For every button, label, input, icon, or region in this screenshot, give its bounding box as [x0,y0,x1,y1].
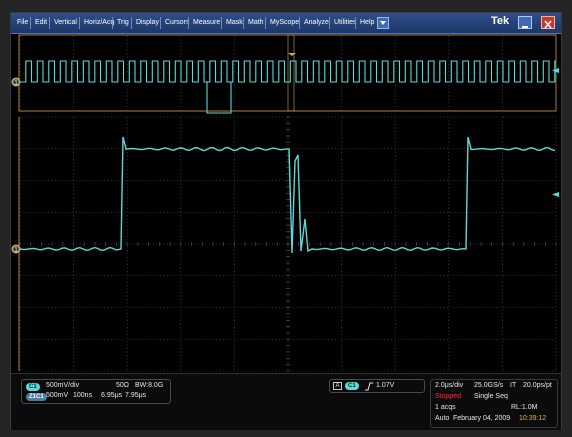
waveform-display: 1 1 [11,34,559,372]
menu-measure[interactable]: Measure [189,13,224,33]
trigger-mode: Auto [435,415,450,422]
trigger-level: 1.07V [376,382,395,389]
resolution: 20.0ps/pt [523,382,552,389]
channel-marker-main[interactable]: 1 [11,244,21,254]
close-button[interactable] [541,16,555,29]
sample-rate: 25.0GS/s [474,382,504,389]
close-icon [544,20,552,29]
zoom-time-scale: 100ns [73,392,93,399]
trigger-level-arrow-icon[interactable] [552,192,559,197]
menu-trig[interactable]: Trig [113,13,133,33]
trigger-readout-panel[interactable]: A C1 1.07V [329,379,425,393]
run-state: Stopped [435,393,462,400]
readout-bar: C1 500mV/div 50Ω BW:8.0G Z1C1 500mV 100n… [11,373,561,430]
brand-logo: Tek [491,15,510,27]
zoom-end-position: 7.95μs [125,392,147,399]
main-grid [19,116,557,372]
acquisition-count: 1 acqs [435,404,456,411]
ch1-bandwidth: BW:8.0G [135,382,164,389]
trigger-level-arrow-icon[interactable] [552,68,559,73]
minimize-button[interactable] [518,16,532,29]
timebase-readout-panel[interactable]: 2.0μs/div 25.0GS/s IT 20.0ps/pt Stopped … [430,379,558,428]
horizontal-scale: 2.0μs/div [435,382,464,389]
acquisition-mode: Single Seq [474,393,508,400]
zoomed-waveform [19,136,556,254]
scope-display: File Edit Vertical Horiz/Acq Trig Displa… [10,12,562,430]
zoom-vertical-scale: 500mV [46,392,69,399]
menu-analyze[interactable]: Analyze [300,13,333,33]
record-length: RL:1.0M [511,404,538,411]
menu-help[interactable]: Help [356,13,378,33]
acquisition-time: 10:39:12 [519,415,547,422]
oscilloscope-window: File Edit Vertical Horiz/Acq Trig Displa… [0,0,572,437]
menu-display[interactable]: Display [132,13,163,33]
chevron-down-icon [380,21,386,25]
zoom-start-position: 6.95μs [101,392,123,399]
interpolation-label: IT [510,382,517,389]
acquisition-date: February 04, 2009 [453,415,511,422]
ch1-impedance: 50Ω [116,382,130,389]
rising-edge-icon [365,382,373,391]
channel-readout-panel[interactable]: C1 500mV/div 50Ω BW:8.0G Z1C1 500mV 100n… [21,379,171,404]
menu-myscope[interactable]: MyScope [266,13,303,33]
trigger-source-badge: C1 [345,382,359,390]
channel-marker-overview[interactable]: 1 [11,77,21,87]
menu-vertical[interactable]: Vertical [50,13,81,33]
menu-bar: File Edit Vertical Horiz/Acq Trig Displa… [11,13,561,34]
minimize-icon [522,26,528,28]
zoom-badge: Z1C1 [26,393,47,401]
horizontal-position-icon[interactable] [288,53,296,56]
trigger-mode-label: A [333,382,342,390]
ch1-badge: C1 [26,383,40,391]
ch1-scale: 500mV/div [46,382,80,389]
menu-dropdown-button[interactable] [377,17,389,29]
